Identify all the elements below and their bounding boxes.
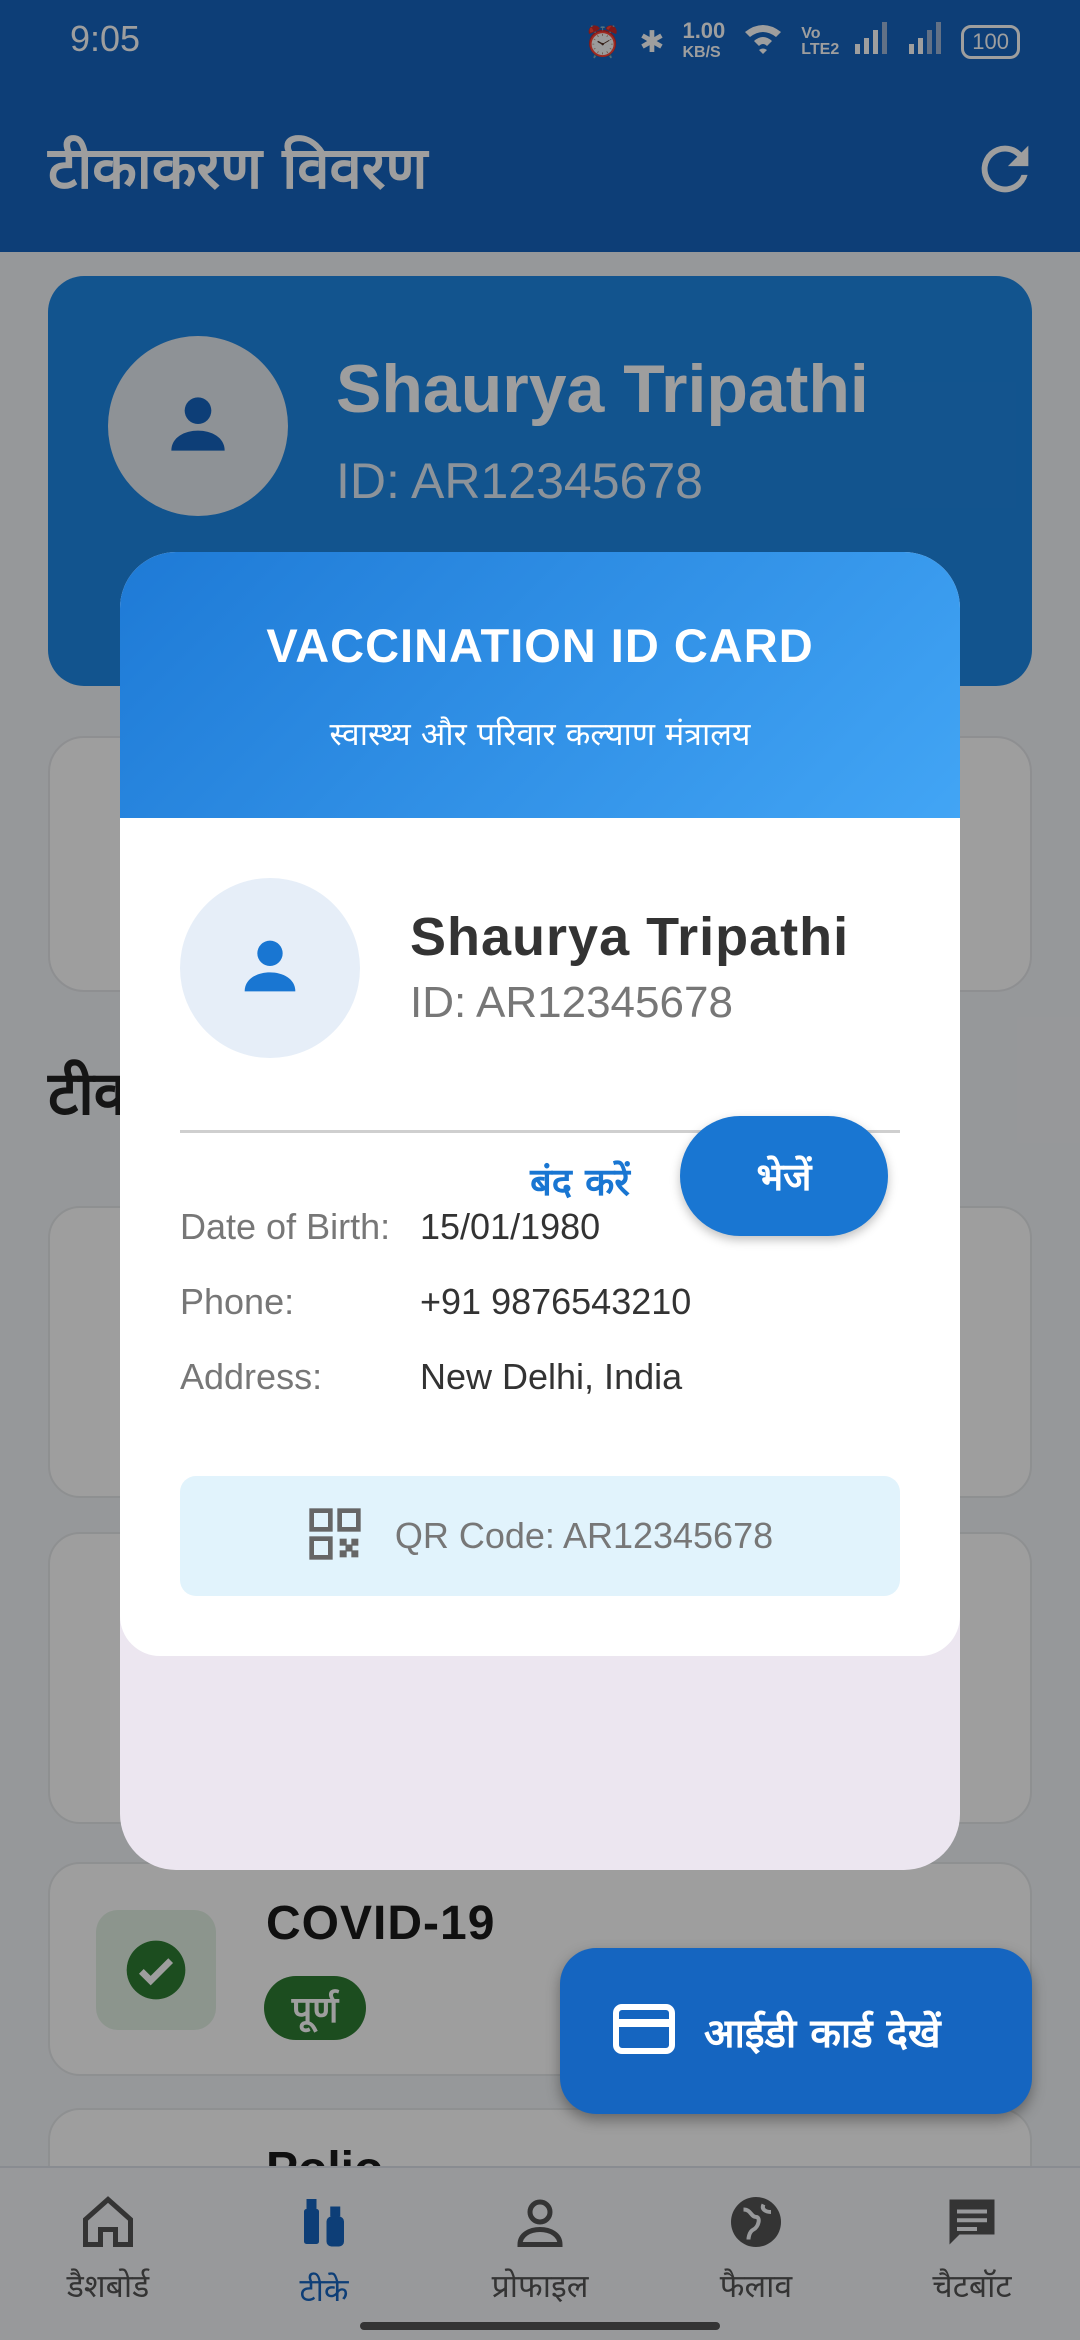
- field-label: Address:: [180, 1356, 323, 1397]
- qr-code-icon: [307, 1506, 363, 1566]
- card-holder-id: ID: AR12345678: [410, 978, 733, 1027]
- card-icon: [612, 2003, 676, 2059]
- dialog-header: VACCINATION ID CARD स्वास्थ्य और परिवार …: [120, 552, 960, 818]
- field-value: New Delhi, India: [420, 1356, 683, 1397]
- send-button[interactable]: भेजें: [680, 1116, 888, 1236]
- person-icon: [232, 928, 308, 1008]
- qr-code-box: QR Code: AR12345678: [180, 1476, 900, 1596]
- field-value: +91 9876543210: [420, 1281, 692, 1322]
- qr-code-label: QR Code: AR12345678: [394, 1515, 774, 1556]
- field-label: Date of Birth:: [180, 1206, 391, 1247]
- view-id-card-button[interactable]: आईडी कार्ड देखें: [560, 1948, 1032, 2114]
- avatar: [180, 878, 360, 1058]
- fab-label: आईडी कार्ड देखें: [704, 2010, 941, 2057]
- dialog-subtitle: स्वास्थ्य और परिवार कल्याण मंत्रालय: [329, 715, 751, 753]
- dialog-body: Shaurya Tripathi ID: AR12345678 Date of …: [120, 818, 960, 1656]
- dialog-title: VACCINATION ID CARD: [266, 619, 814, 672]
- card-holder-name: Shaurya Tripathi: [410, 907, 850, 967]
- field-label: Phone:: [180, 1281, 295, 1322]
- close-button[interactable]: बंद करें: [500, 1142, 660, 1220]
- id-card-dialog: VACCINATION ID CARD स्वास्थ्य और परिवार …: [120, 552, 960, 1870]
